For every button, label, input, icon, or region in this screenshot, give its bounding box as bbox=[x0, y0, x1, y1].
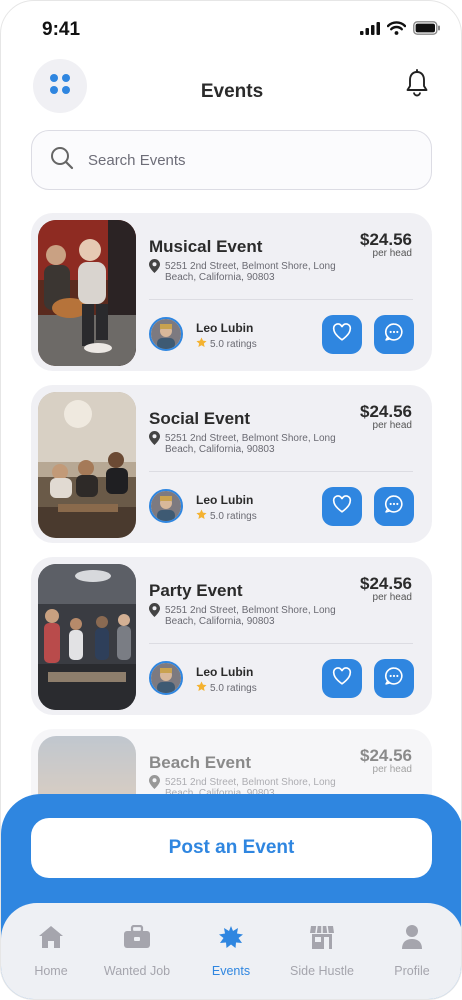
tab-events[interactable]: Events bbox=[186, 923, 276, 978]
tab-home[interactable]: Home bbox=[6, 923, 96, 978]
star-icon bbox=[196, 681, 207, 695]
battery-icon bbox=[413, 21, 441, 35]
location-pin-icon bbox=[149, 603, 160, 622]
avatar[interactable] bbox=[149, 661, 183, 695]
price-value: $24.56 bbox=[360, 746, 412, 765]
event-price: $24.56 per head bbox=[360, 575, 412, 603]
search-icon bbox=[50, 146, 74, 175]
event-title: Social Event bbox=[149, 409, 251, 428]
event-title: Musical Event bbox=[149, 237, 263, 256]
host-name: Leo Lubin bbox=[196, 493, 254, 507]
tab-side-hustle[interactable]: Side Hustle bbox=[277, 923, 367, 978]
header: Events bbox=[1, 57, 461, 123]
event-title: Beach Event bbox=[149, 753, 252, 772]
event-price: $24.56 per head bbox=[360, 231, 412, 259]
tab-label: Wanted Job bbox=[103, 964, 171, 978]
home-icon bbox=[6, 923, 96, 951]
host-rating: 5.0 ratings bbox=[196, 681, 257, 695]
tab-label: Profile bbox=[394, 964, 430, 978]
chat-button[interactable] bbox=[374, 315, 414, 354]
host-name: Leo Lubin bbox=[196, 665, 254, 679]
tab-wanted-job[interactable]: Wanted Job bbox=[92, 923, 182, 978]
chat-button[interactable] bbox=[374, 659, 414, 698]
store-icon bbox=[277, 923, 367, 951]
profile-icon bbox=[367, 923, 457, 951]
page-title: Events bbox=[200, 81, 264, 102]
search-placeholder: Search Events bbox=[88, 151, 186, 169]
events-icon bbox=[186, 923, 276, 951]
event-price: $24.56 per head bbox=[360, 403, 412, 431]
card-divider bbox=[149, 643, 413, 644]
card-divider bbox=[149, 299, 413, 300]
briefcase-icon bbox=[92, 923, 182, 951]
like-button[interactable] bbox=[322, 315, 362, 354]
location-pin-icon bbox=[149, 431, 160, 450]
wifi-icon bbox=[387, 21, 406, 35]
price-value: $24.56 bbox=[360, 230, 412, 249]
notifications-button[interactable] bbox=[405, 69, 429, 102]
event-address: 5251 2nd Street, Belmont Shore, Long Bea… bbox=[165, 433, 336, 455]
host-name: Leo Lubin bbox=[196, 321, 254, 335]
rating-label: 5.0 ratings bbox=[210, 682, 257, 694]
chat-icon bbox=[384, 322, 404, 347]
rating-label: 5.0 ratings bbox=[210, 338, 257, 350]
event-title: Party Event bbox=[149, 581, 243, 600]
chat-icon bbox=[384, 666, 404, 691]
price-value: $24.56 bbox=[360, 574, 412, 593]
heart-icon bbox=[332, 323, 352, 346]
bell-icon bbox=[405, 69, 429, 101]
host-rating: 5.0 ratings bbox=[196, 509, 257, 523]
price-value: $24.56 bbox=[360, 402, 412, 421]
event-card[interactable]: Musical Event $24.56 per head 5251 2nd S… bbox=[31, 213, 432, 371]
event-address: 5251 2nd Street, Belmont Shore, Long Bea… bbox=[165, 605, 336, 627]
star-icon bbox=[196, 337, 207, 351]
location-pin-icon bbox=[149, 775, 160, 794]
tab-label: Home bbox=[34, 964, 68, 978]
post-event-button[interactable]: Post an Event bbox=[31, 818, 432, 878]
event-image bbox=[38, 220, 136, 366]
heart-icon bbox=[332, 495, 352, 518]
event-image bbox=[38, 392, 136, 538]
tab-label: Events bbox=[211, 964, 251, 978]
event-card[interactable]: Social Event $24.56 per head 5251 2nd St… bbox=[31, 385, 432, 543]
avatar[interactable] bbox=[149, 317, 183, 351]
chat-icon bbox=[384, 494, 404, 519]
signal-icon bbox=[360, 21, 380, 35]
tab-bar: Home Wanted Job Events Side Hustle Profi… bbox=[1, 903, 461, 999]
status-icons bbox=[360, 21, 441, 35]
event-address: 5251 2nd Street, Belmont Shore, Long Bea… bbox=[165, 261, 336, 283]
heart-icon bbox=[332, 667, 352, 690]
tab-label: Side Hustle bbox=[290, 964, 354, 978]
price-unit: per head bbox=[372, 592, 412, 603]
status-bar: 9:41 bbox=[1, 1, 461, 57]
app-screen: 9:41 Events Search Events Musical Event … bbox=[0, 0, 462, 1000]
chat-button[interactable] bbox=[374, 487, 414, 526]
like-button[interactable] bbox=[322, 487, 362, 526]
price-unit: per head bbox=[372, 248, 412, 259]
search-input[interactable]: Search Events bbox=[31, 130, 432, 190]
event-image bbox=[38, 564, 136, 710]
price-unit: per head bbox=[372, 764, 412, 775]
star-icon bbox=[196, 509, 207, 523]
location-pin-icon bbox=[149, 259, 160, 278]
host-rating: 5.0 ratings bbox=[196, 337, 257, 351]
rating-label: 5.0 ratings bbox=[210, 510, 257, 522]
event-price: $24.56 per head bbox=[360, 747, 412, 775]
card-divider bbox=[149, 471, 413, 472]
tab-profile[interactable]: Profile bbox=[367, 923, 457, 978]
like-button[interactable] bbox=[322, 659, 362, 698]
avatar[interactable] bbox=[149, 489, 183, 523]
price-unit: per head bbox=[372, 420, 412, 431]
status-time: 9:41 bbox=[42, 19, 81, 40]
event-card[interactable]: Party Event $24.56 per head 5251 2nd Str… bbox=[31, 557, 432, 715]
